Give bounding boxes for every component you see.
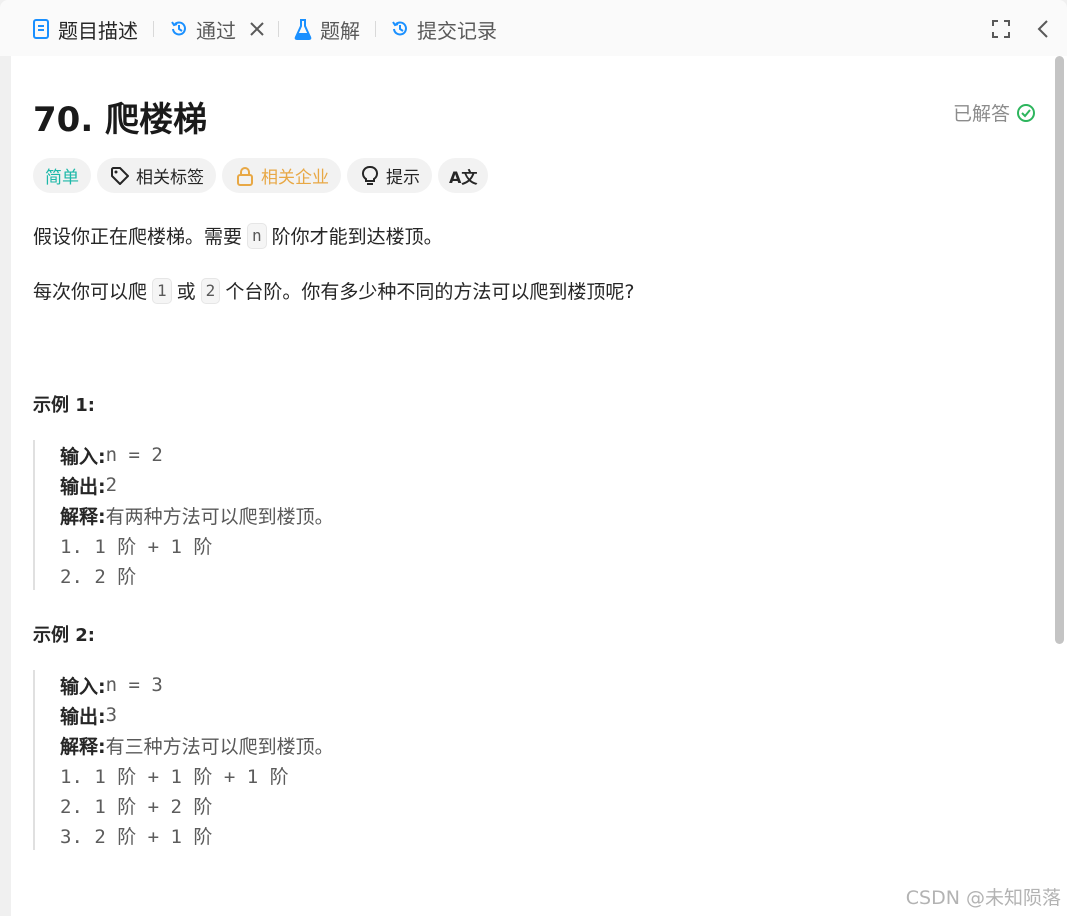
translate-icon: A文 bbox=[449, 167, 478, 187]
translate-button[interactable]: A文 bbox=[438, 158, 489, 193]
input-label: 输入: bbox=[60, 675, 106, 698]
history-icon bbox=[389, 18, 411, 40]
description-text: 个台阶。你有多少种不同的方法可以爬到楼顶呢? bbox=[225, 281, 635, 303]
example-output: 输出: 2 bbox=[60, 470, 334, 500]
hint-button[interactable]: 提示 bbox=[347, 158, 432, 193]
tab-divider bbox=[153, 21, 154, 37]
page-title: 70. 爬楼梯 bbox=[33, 100, 208, 140]
tab-description[interactable]: 题目描述 bbox=[30, 14, 138, 44]
description-text: 阶你才能到达楼顶。 bbox=[271, 226, 443, 248]
example-step: 3. 2 阶 + 1 阶 bbox=[60, 825, 213, 848]
document-icon bbox=[30, 18, 52, 40]
example-explanation: 解释: 有两种方法可以爬到楼顶。 bbox=[60, 500, 334, 530]
explanation-label: 解释: bbox=[60, 505, 106, 528]
tab-solutions[interactable]: 题解 bbox=[292, 14, 360, 44]
difficulty-label: 简单 bbox=[45, 168, 79, 188]
output-label: 输出: bbox=[60, 705, 106, 728]
close-icon[interactable] bbox=[248, 20, 266, 38]
example-block: 输入: n = 2 输出: 2 解释: 有两种方法可以爬到楼顶。 1. 1 阶 … bbox=[33, 440, 334, 590]
difficulty-badge: 简单 bbox=[33, 158, 91, 193]
example-block: 输入: n = 3 输出: 3 解释: 有三种方法可以爬到楼顶。 1. 1 阶 … bbox=[33, 670, 334, 850]
example-output: 输出: 3 bbox=[60, 700, 334, 730]
history-icon bbox=[168, 18, 190, 40]
tab-bar: 题目描述 通过 题解 提交记录 bbox=[0, 0, 1067, 56]
description-paragraph-1: 假设你正在爬楼梯。需要 n 阶你才能到达楼顶。 bbox=[33, 222, 443, 249]
flask-icon bbox=[292, 18, 314, 40]
watermark: CSDN @未知陨落 bbox=[905, 887, 1061, 909]
tab-divider bbox=[278, 21, 279, 37]
solved-status: 已解答 bbox=[953, 99, 1036, 126]
explanation-text: 有三种方法可以爬到楼顶。 bbox=[105, 735, 334, 758]
chevron-left-icon[interactable] bbox=[1031, 17, 1055, 41]
example-step: 1. 1 阶 + 1 阶 + 1 阶 bbox=[60, 765, 289, 788]
tag-row: 简单 相关标签 相关企业 提示 A文 bbox=[33, 158, 489, 193]
example-step: 1. 1 阶 + 1 阶 bbox=[60, 535, 213, 558]
explanation-text: 有两种方法可以爬到楼顶。 bbox=[105, 505, 334, 528]
example-input: 输入: n = 3 bbox=[60, 670, 334, 700]
output-label: 输出: bbox=[60, 475, 106, 498]
lock-icon bbox=[234, 165, 256, 187]
tab-label: 通过 bbox=[196, 18, 236, 43]
output-value: 2 bbox=[105, 474, 118, 496]
tag-icon bbox=[109, 165, 131, 187]
tab-label: 题目描述 bbox=[58, 18, 138, 43]
example-explanation: 解释: 有三种方法可以爬到楼顶。 bbox=[60, 730, 334, 760]
inline-code: 1 bbox=[152, 277, 172, 304]
description-text: 假设你正在爬楼梯。需要 bbox=[33, 226, 243, 248]
output-value: 3 bbox=[105, 704, 118, 726]
input-value: n = 2 bbox=[105, 444, 163, 466]
input-value: n = 3 bbox=[105, 674, 163, 696]
check-circle-icon bbox=[1016, 103, 1036, 123]
problem-panel: 70. 爬楼梯 已解答 简单 相关标签 相关企业 提示 A文 假设你正在爬楼梯。… bbox=[11, 56, 1067, 916]
related-companies-button[interactable]: 相关企业 bbox=[222, 158, 341, 193]
example-heading: 示例 1: bbox=[33, 395, 95, 416]
tab-label: 提交记录 bbox=[417, 18, 497, 43]
input-label: 输入: bbox=[60, 445, 106, 468]
example-heading: 示例 2: bbox=[33, 625, 95, 646]
tab-divider bbox=[375, 21, 376, 37]
related-tags-button[interactable]: 相关标签 bbox=[97, 158, 216, 193]
tab-submissions[interactable]: 提交记录 bbox=[389, 14, 497, 44]
tab-accepted[interactable]: 通过 bbox=[168, 14, 266, 44]
scrollbar[interactable] bbox=[1055, 56, 1064, 644]
related-companies-label: 相关企业 bbox=[261, 168, 329, 188]
inline-code: n bbox=[247, 222, 267, 249]
related-tags-label: 相关标签 bbox=[136, 168, 204, 188]
tab-label: 题解 bbox=[320, 18, 360, 43]
example-step: 2. 1 阶 + 2 阶 bbox=[60, 795, 213, 818]
example-input: 输入: n = 2 bbox=[60, 440, 334, 470]
explanation-label: 解释: bbox=[60, 735, 106, 758]
fullscreen-icon[interactable] bbox=[989, 17, 1013, 41]
description-paragraph-2: 每次你可以爬 1 或 2 个台阶。你有多少种不同的方法可以爬到楼顶呢? bbox=[33, 277, 634, 304]
description-text: 每次你可以爬 bbox=[33, 281, 148, 303]
example-step: 2. 2 阶 bbox=[60, 565, 137, 588]
description-text: 或 bbox=[176, 281, 196, 303]
hint-label: 提示 bbox=[386, 168, 420, 188]
solved-label: 已解答 bbox=[953, 103, 1011, 125]
inline-code: 2 bbox=[200, 277, 221, 304]
lightbulb-icon bbox=[359, 165, 381, 187]
